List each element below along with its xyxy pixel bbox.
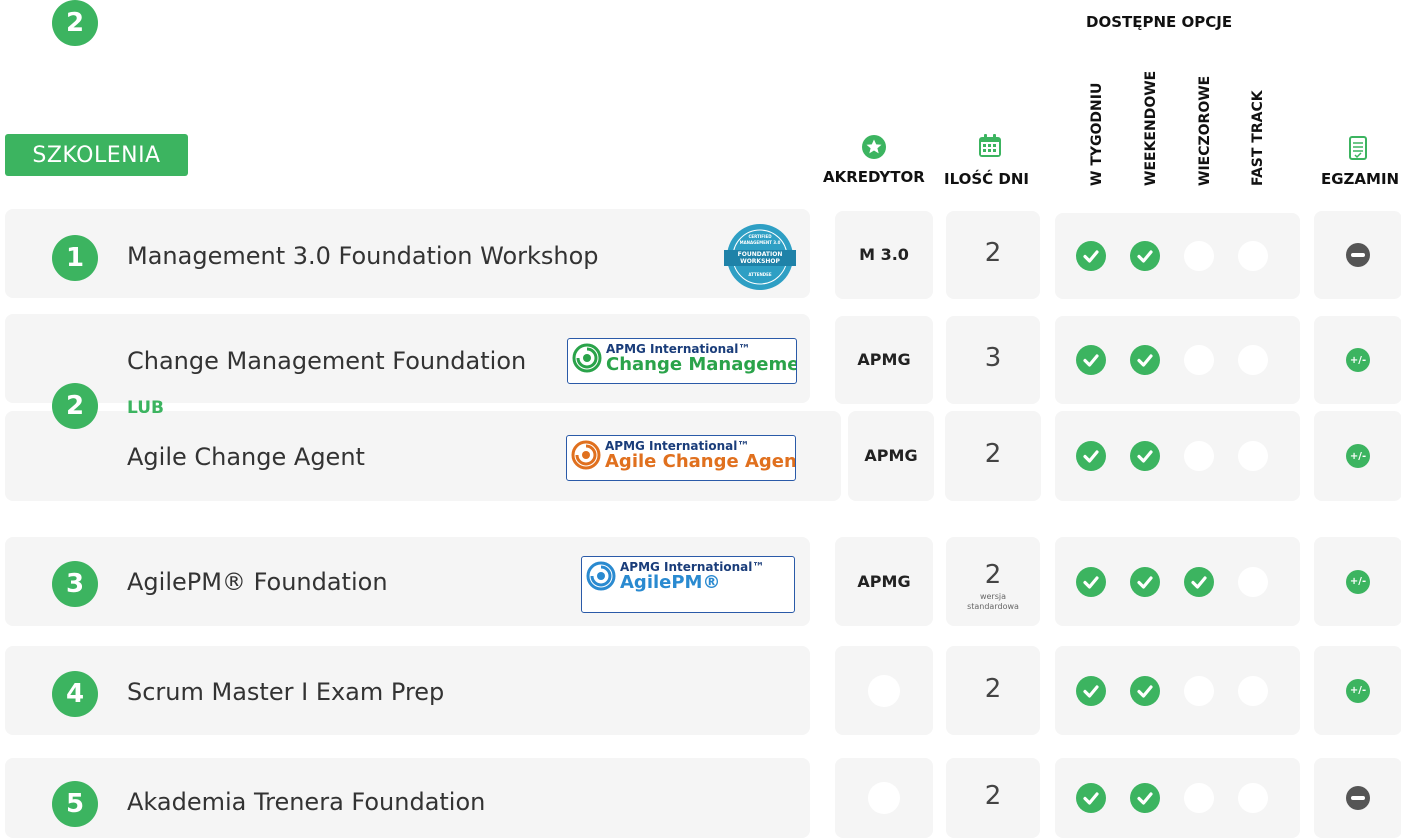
logo-line-2: Agile Change Agent	[605, 451, 796, 472]
seal-text: FOUNDATION	[738, 251, 783, 258]
course-number-badge: 4	[52, 671, 98, 717]
option-weekday-check-icon	[1076, 675, 1106, 706]
course-number-badge: 5	[52, 781, 98, 827]
course-name[interactable]: Agile Change Agent	[127, 443, 365, 471]
apmg-swirl-icon	[572, 343, 602, 373]
option-evening-empty-dot	[1184, 783, 1214, 813]
days-cell: 2	[945, 411, 1041, 501]
seal-badge-icon: CERTIFIEDMANAGEMENT 3.0 FOUNDATIONWORKSHO…	[724, 224, 796, 290]
option-weekday-check-icon	[1076, 241, 1106, 271]
course-name[interactable]: Scrum Master I Exam Prep	[127, 678, 444, 706]
option-fast-track-empty-dot	[1238, 675, 1268, 706]
days-column-header: ILOŚĆ DNI	[944, 170, 1029, 188]
option-weekend-check-icon	[1130, 345, 1160, 375]
option-weekend-check-icon	[1130, 241, 1160, 271]
seal-text: CERTIFIED	[748, 234, 772, 239]
accreditor-label: APMG	[857, 571, 911, 591]
calendar-icon	[979, 134, 1001, 157]
exam-sheet-icon	[1349, 136, 1367, 160]
days-note: wersja standardowa	[967, 591, 1019, 611]
options-group-header: DOSTĘPNE OPCJE	[1086, 13, 1233, 31]
accreditor-column-header: AKREDYTOR	[823, 168, 925, 186]
accreditor-cell: APMG	[848, 411, 934, 501]
accreditor-label: APMG	[857, 350, 911, 369]
exam-not-included-icon	[1346, 786, 1370, 810]
option-weekend-check-icon	[1130, 675, 1160, 706]
accreditor-cell: APMG	[835, 316, 933, 404]
accreditor-cell	[835, 758, 933, 838]
days-value: 3	[984, 343, 1002, 373]
exam-column-header: EGZAMIN	[1321, 170, 1400, 188]
option-weekend-check-icon	[1130, 783, 1160, 813]
or-label: LUB	[127, 398, 164, 418]
option-weekend-check-icon	[1130, 566, 1160, 597]
course-number-badge: 1	[52, 235, 98, 281]
days-cell: 3	[946, 316, 1040, 404]
option-weekday-check-icon	[1076, 345, 1106, 375]
days-value: 2	[984, 439, 1002, 469]
logo-line-2: AgilePM®	[620, 572, 721, 593]
course-name[interactable]: AgilePM® Foundation	[127, 568, 388, 596]
option-evening-empty-dot	[1184, 241, 1214, 271]
option-evening-empty-dot	[1184, 345, 1214, 375]
exam-optional-icon: +/-	[1346, 444, 1370, 468]
option-header-weekday: W TYGODNIU	[1089, 82, 1105, 186]
apmg-swirl-icon	[571, 440, 601, 470]
option-fast-track-empty-dot	[1238, 345, 1268, 375]
days-value: 2	[984, 559, 1002, 590]
course-name[interactable]: Akademia Trenera Foundation	[127, 788, 485, 816]
days-cell: 2 wersja standardowa	[946, 537, 1040, 626]
seal-text: MANAGEMENT 3.0	[740, 240, 781, 245]
option-evening-check-icon	[1184, 566, 1214, 597]
option-evening-empty-dot	[1184, 675, 1214, 706]
accreditor-cell	[835, 646, 933, 735]
days-value: 2	[984, 673, 1002, 704]
exam-optional-icon: +/-	[1346, 678, 1370, 703]
exam-optional-icon: +/-	[1346, 348, 1370, 372]
accreditation-logo: APMG International™ AgilePM®	[581, 556, 795, 613]
course-name[interactable]: Change Management Foundation	[127, 347, 526, 375]
logo-line-2: Change Management	[606, 354, 796, 375]
option-weekday-check-icon	[1076, 783, 1106, 813]
days-cell: 2	[946, 758, 1040, 838]
option-header-evening: WIECZOROWE	[1197, 75, 1213, 186]
days-value: 2	[984, 781, 1002, 811]
apmg-swirl-icon	[586, 561, 616, 591]
accreditation-logo: APMG International™ Agile Change Agent	[566, 435, 796, 481]
course-name[interactable]: Management 3.0 Foundation Workshop	[127, 242, 599, 270]
days-value: 2	[984, 238, 1002, 268]
option-fast-track-empty-dot	[1238, 441, 1268, 471]
days-cell: 2	[946, 211, 1040, 299]
course-number-badge: 2	[52, 0, 98, 46]
option-fast-track-empty-dot	[1238, 566, 1268, 597]
accreditation-seal: CERTIFIED MANAGEMENT 3.0 FOUNDATION WORKSHO…	[720, 222, 800, 292]
exam-optional-icon: +/-	[1346, 569, 1370, 594]
section-title-badge: SZKOLENIA	[5, 134, 188, 176]
option-weekday-check-icon	[1076, 566, 1106, 597]
accreditor-empty-dot	[868, 674, 900, 707]
option-weekday-check-icon	[1076, 441, 1106, 471]
accreditation-logo: APMG International™Change Management	[567, 338, 797, 384]
seal-text: WORKSHOP	[740, 258, 780, 265]
option-fast-track-empty-dot	[1238, 241, 1268, 271]
accreditor-label: APMG	[864, 446, 918, 465]
accreditor-empty-dot	[868, 782, 900, 814]
course-number-badge: 3	[52, 561, 98, 607]
accreditor-label: M 3.0	[859, 245, 909, 264]
course-number-badge: 2	[52, 383, 98, 429]
accreditor-cell: M 3.0	[835, 211, 933, 299]
star-badge-icon	[862, 135, 886, 159]
section-title: SZKOLENIA	[32, 142, 161, 168]
accreditor-cell: APMG	[835, 537, 933, 626]
days-cell: 2	[946, 646, 1040, 735]
option-evening-empty-dot	[1184, 441, 1214, 471]
option-fast-track-empty-dot	[1238, 783, 1268, 813]
exam-not-included-icon	[1346, 243, 1370, 267]
option-header-weekend: WEEKENDOWE	[1143, 70, 1159, 186]
option-header-fast-track: FAST TRACK	[1250, 90, 1266, 186]
seal-text: ATTENDEE	[748, 272, 771, 277]
option-weekend-check-icon	[1130, 441, 1160, 471]
